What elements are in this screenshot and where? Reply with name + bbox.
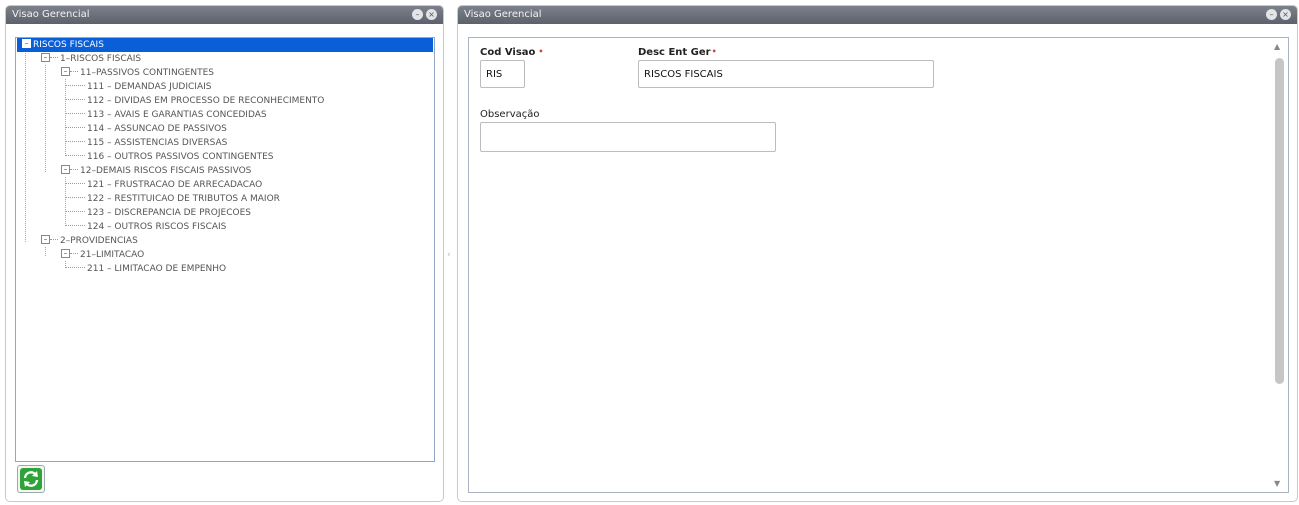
tree-leaf[interactable]: 122 – RESTITUICAO DE TRIBUTOS A MAIOR: [65, 192, 280, 206]
tree-node-label: 114 – ASSUNCAO DE PASSIVOS: [87, 124, 227, 134]
cod-visao-label: Cod Visao •: [480, 47, 544, 58]
tree-node-label: 211 – LIMITACAO DE EMPENHO: [87, 264, 227, 274]
collapse-icon[interactable]: –: [61, 67, 70, 76]
tree-node-label: 121 – FRUSTRACAO DE ARRECADACAO: [87, 180, 263, 190]
form-panel-title: Visao Gerencial: [464, 9, 542, 20]
tree-node-label: 124 – OUTROS RISCOS FISCAIS: [87, 222, 227, 232]
collapse-icon[interactable]: –: [41, 53, 50, 62]
tree-guide-line: [45, 65, 46, 172]
tree-node-root[interactable]: – RISCOS FISCAIS: [17, 38, 433, 52]
collapse-icon[interactable]: –: [61, 249, 70, 258]
form-panel-header: Visao Gerencial – ×: [458, 6, 1297, 24]
vertical-scrollbar[interactable]: ▲ ▼: [1271, 39, 1287, 491]
collapse-icon[interactable]: –: [41, 235, 50, 244]
refresh-icon: [20, 468, 42, 490]
tree-node-label: 2–PROVIDENCIAS: [60, 236, 138, 246]
tree-node-label: 11–PASSIVOS CONTINGENTES: [80, 68, 214, 78]
tree-node-label: 111 – DEMANDAS JUDICIAIS: [87, 82, 212, 92]
tree-node-label: RISCOS FISCAIS: [33, 40, 104, 50]
tree-leaf[interactable]: 116 – OUTROS PASSIVOS CONTINGENTES: [65, 150, 274, 164]
tree-node[interactable]: – 12–DEMAIS RISCOS FISCAIS PASSIVOS: [61, 164, 251, 178]
tree-node[interactable]: – 1–RISCOS FISCAIS: [41, 52, 141, 66]
tree-leaf[interactable]: 115 – ASSISTENCIAS DIVERSAS: [65, 136, 227, 150]
tree-leaf[interactable]: 113 – AVAIS E GARANTIAS CONCEDIDAS: [65, 108, 267, 122]
tree-node-label: 12–DEMAIS RISCOS FISCAIS PASSIVOS: [80, 166, 252, 176]
desc-ent-ger-label: Desc Ent Ger•: [638, 47, 717, 58]
close-button[interactable]: ×: [426, 9, 437, 20]
tree-view[interactable]: – RISCOS FISCAIS –1–RISCOS FISCAIS –11–PA…: [15, 37, 435, 462]
close-button[interactable]: ×: [1280, 9, 1291, 20]
observacao-input[interactable]: [480, 122, 776, 152]
form-panel: Visao Gerencial – × Cod Visao• Desc Ent …: [457, 5, 1298, 502]
tree-node-label: 1–RISCOS FISCAIS: [60, 54, 142, 64]
tree-node[interactable]: – 21–LIMITACAO: [61, 248, 144, 262]
required-marker: •: [711, 47, 717, 56]
collapse-icon[interactable]: –: [61, 165, 70, 174]
tree-node-label: 122 – RESTITUICAO DE TRIBUTOS A MAIOR: [87, 194, 280, 204]
minimize-button[interactable]: –: [412, 9, 423, 20]
tree-panel-title: Visao Gerencial: [12, 9, 90, 20]
tree-leaf[interactable]: 123 – DISCREPANCIA DE PROJECOES: [65, 206, 251, 220]
observacao-label: Observação: [480, 109, 540, 120]
scroll-up-icon[interactable]: ▲: [1274, 42, 1280, 51]
tree-panel: Visao Gerencial – × – RISCOS FISCAIS –1–R…: [5, 5, 444, 502]
tree-node-label: 112 – DIVIDAS EM PROCESSO DE RECONHECIME…: [87, 96, 325, 106]
tree-leaf[interactable]: 112 – DIVIDAS EM PROCESSO DE RECONHECIME…: [65, 94, 324, 108]
form-area: Cod Visao• Desc Ent Ger• Observação ▲ ▼: [468, 37, 1289, 493]
required-marker: •: [538, 47, 544, 56]
tree-leaf[interactable]: 211 – LIMITACAO DE EMPENHO: [65, 262, 226, 276]
scrollbar-thumb[interactable]: [1275, 58, 1284, 384]
tree-node-label: 116 – OUTROS PASSIVOS CONTINGENTES: [87, 152, 274, 162]
desc-ent-ger-input[interactable]: [638, 60, 934, 88]
scroll-down-icon[interactable]: ▼: [1274, 479, 1280, 488]
tree-node-label: 115 – ASSISTENCIAS DIVERSAS: [87, 138, 228, 148]
tree-node[interactable]: – 2–PROVIDENCIAS: [41, 234, 138, 248]
refresh-button[interactable]: [17, 465, 45, 493]
tree-leaf[interactable]: 121 – FRUSTRACAO DE ARRECADACAO: [65, 178, 262, 192]
tree-leaf[interactable]: 111 – DEMANDAS JUDICIAIS: [65, 80, 211, 94]
tree-leaf[interactable]: 124 – OUTROS RISCOS FISCAIS: [65, 220, 226, 234]
tree-panel-header: Visao Gerencial – ×: [6, 6, 443, 24]
minimize-button[interactable]: –: [1266, 9, 1277, 20]
collapse-icon[interactable]: –: [22, 39, 31, 48]
tree-guide-line: [25, 51, 26, 242]
panel-splitter[interactable]: ‹: [446, 5, 454, 502]
cod-visao-input[interactable]: [480, 60, 525, 88]
tree-node[interactable]: – 11–PASSIVOS CONTINGENTES: [61, 66, 214, 80]
tree-node-label: 123 – DISCREPANCIA DE PROJECOES: [87, 208, 251, 218]
tree-leaf[interactable]: 114 – ASSUNCAO DE PASSIVOS: [65, 122, 227, 136]
tree-node-label: 21–LIMITACAO: [80, 250, 145, 260]
tree-guide-line: [45, 247, 46, 256]
tree-node-label: 113 – AVAIS E GARANTIAS CONCEDIDAS: [87, 110, 267, 120]
collapse-left-icon[interactable]: ‹: [447, 250, 451, 260]
